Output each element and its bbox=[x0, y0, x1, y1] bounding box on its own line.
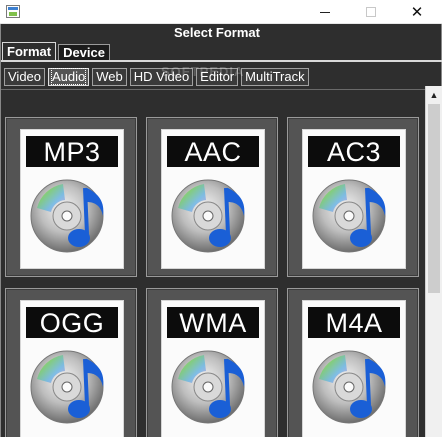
cd-music-note-icon bbox=[305, 343, 405, 435]
subtab-multitrack-label: MultiTrack bbox=[245, 69, 305, 84]
format-grid: MP3 AAC AC3 OGG WMA M4A bbox=[5, 94, 420, 437]
format-card: AC3 bbox=[302, 129, 406, 269]
cd-music-note-icon bbox=[164, 343, 264, 435]
tab-format[interactable]: Format bbox=[2, 42, 57, 60]
format-label: MP3 bbox=[26, 136, 118, 167]
main-tabs: Format Device bbox=[2, 42, 112, 60]
maximize-icon bbox=[366, 7, 376, 17]
format-tile-wma[interactable]: WMA bbox=[146, 288, 278, 437]
subtab-audio-label: Audio bbox=[51, 68, 87, 85]
watermark: SOFTPEDIA bbox=[161, 64, 245, 79]
subtab-web-label: Web bbox=[96, 69, 123, 84]
subtab-video-label: Video bbox=[8, 69, 42, 84]
format-tile-mp3[interactable]: MP3 bbox=[5, 117, 137, 277]
minimize-icon bbox=[320, 11, 330, 13]
format-label: AC3 bbox=[308, 136, 400, 167]
cd-music-note-icon bbox=[23, 172, 123, 264]
format-tile-aac[interactable]: AAC bbox=[146, 117, 278, 277]
sub-tabs: Video Audio Web HD Video Editor MultiTra… bbox=[4, 68, 312, 86]
cd-music-note-icon-graphic bbox=[312, 350, 386, 424]
subtab-audio[interactable]: Audio bbox=[48, 68, 90, 86]
maximize-button[interactable] bbox=[348, 0, 394, 24]
app-icon bbox=[6, 5, 20, 18]
cd-music-note-icon-graphic bbox=[171, 350, 245, 424]
scroll-up-arrow-icon[interactable]: ▲ bbox=[426, 86, 442, 103]
format-tile-ogg[interactable]: OGG bbox=[5, 288, 137, 437]
cd-music-note-icon-graphic bbox=[30, 350, 104, 424]
close-icon: ✕ bbox=[410, 4, 424, 21]
format-card: M4A bbox=[302, 300, 406, 437]
subtab-web[interactable]: Web bbox=[92, 68, 127, 86]
subtab-multitrack[interactable]: MultiTrack bbox=[241, 68, 309, 86]
format-tile-ac3[interactable]: AC3 bbox=[287, 117, 419, 277]
format-label: OGG bbox=[26, 307, 118, 338]
subtab-video[interactable]: Video bbox=[4, 68, 46, 86]
cd-music-note-icon-graphic bbox=[171, 179, 245, 253]
vertical-scrollbar[interactable]: ▲ bbox=[425, 86, 442, 437]
cd-music-note-icon bbox=[23, 343, 123, 435]
window-titlebar: ✕ bbox=[0, 0, 442, 24]
format-label: M4A bbox=[308, 307, 400, 338]
cd-music-note-icon-graphic bbox=[312, 179, 386, 253]
dialog-title: Select Format bbox=[174, 25, 260, 40]
tab-device[interactable]: Device bbox=[58, 44, 110, 60]
format-tile-m4a[interactable]: M4A bbox=[287, 288, 419, 437]
cd-music-note-icon bbox=[164, 172, 264, 264]
format-card: MP3 bbox=[20, 129, 124, 269]
close-button[interactable]: ✕ bbox=[394, 0, 440, 24]
cd-music-note-icon bbox=[305, 172, 405, 264]
cd-music-note-icon-graphic bbox=[30, 179, 104, 253]
format-card: OGG bbox=[20, 300, 124, 437]
format-card: WMA bbox=[161, 300, 265, 437]
format-card: AAC bbox=[161, 129, 265, 269]
format-label: WMA bbox=[167, 307, 259, 338]
tab-divider bbox=[1, 60, 442, 62]
format-label: AAC bbox=[167, 136, 259, 167]
scroll-thumb[interactable] bbox=[428, 104, 440, 293]
minimize-button[interactable] bbox=[302, 0, 348, 24]
